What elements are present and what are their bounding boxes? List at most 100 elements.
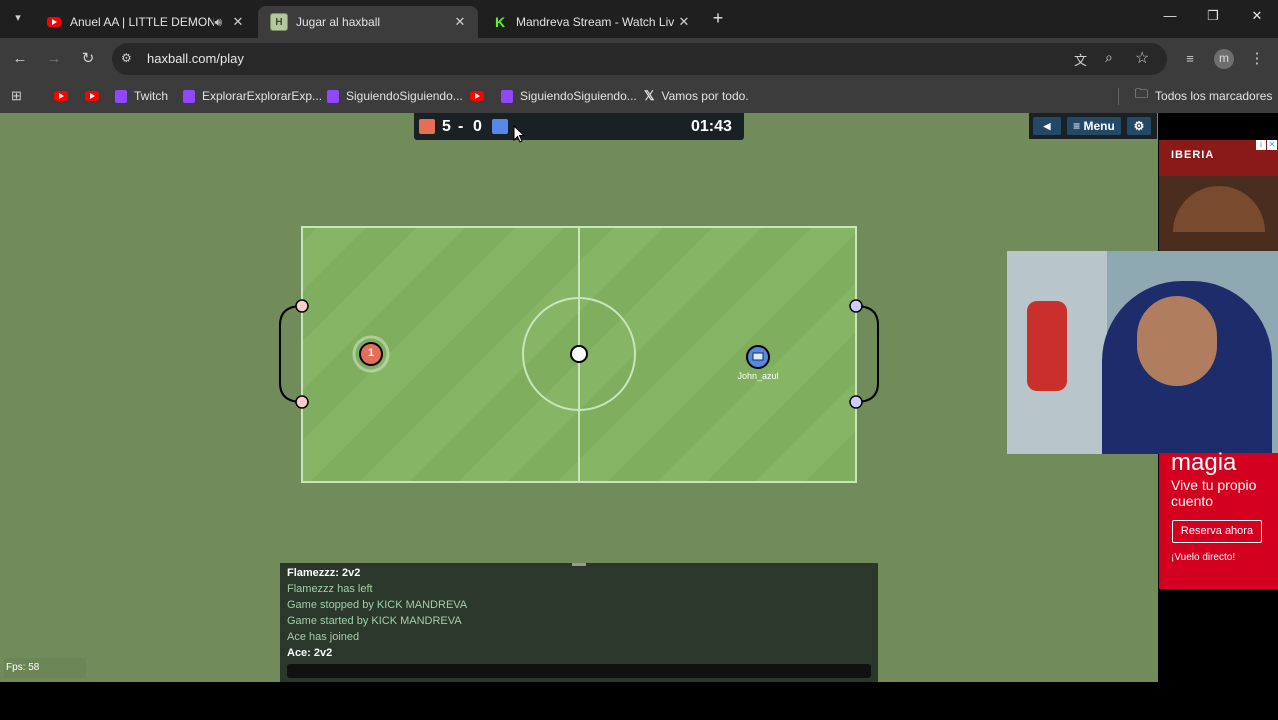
youtube-icon [46, 14, 62, 30]
blue-player-name: John_azul [737, 371, 779, 381]
chat-message: Ace has joined [287, 631, 360, 643]
youtube-icon [54, 91, 68, 101]
folder-icon: 🗀 [1135, 86, 1149, 101]
mouse-cursor-icon [513, 125, 525, 143]
magia-tagline: Vive tu propio cuento [1171, 477, 1257, 509]
ad-info-icon[interactable]: i [1256, 140, 1266, 150]
chat-message: Ace: 2v2 [287, 647, 333, 659]
left-goal-post-top [295, 299, 309, 313]
browser-toolbar: ← → ↻ ⚙ haxball.com/play 文 ⌕ ☆ ≡ m ⋮ [0, 38, 1278, 80]
left-goal-post-bottom [295, 395, 309, 409]
webcam-microphone [1027, 301, 1067, 391]
bookmark-item[interactable] [470, 87, 484, 105]
chat-message: Game stopped by KICK MANDREVA [287, 599, 468, 611]
bookmark-label: SiguiendoSiguiendo... [520, 89, 637, 103]
gear-icon: ⚙ [1133, 119, 1145, 133]
tab-haxball[interactable]: H Jugar al haxball ✕ [258, 6, 478, 38]
close-tab-icon[interactable]: ✕ [450, 14, 470, 30]
tab-title: Mandreva Stream - Watch Live [516, 15, 674, 29]
magia-footer: ¡Vuelo directo! [1171, 552, 1236, 563]
settings-button[interactable]: ⚙ [1127, 117, 1151, 135]
haxball-icon: H [270, 13, 288, 31]
chat-message: Game started by KICK MANDREVA [287, 615, 462, 627]
score-separator: - [458, 118, 464, 135]
chat-box: Flamezzz: 2v2 Flamezzz has left Game sto… [280, 563, 878, 682]
minimize-button[interactable]: — [1150, 8, 1190, 30]
tab-kick[interactable]: K Mandreva Stream - Watch Live ✕ [480, 6, 702, 38]
right-goal-post-top [849, 299, 863, 313]
address-bar[interactable]: ⚙ haxball.com/play 文 ⌕ ☆ [112, 43, 1167, 75]
bookmark-item[interactable] [85, 87, 99, 105]
bookmark-item[interactable] [54, 87, 68, 105]
x-icon: 𝕏 [644, 88, 655, 103]
red-team-swatch [419, 119, 435, 134]
bookmarks-bar: ⊞ Twitch ExplorarExplorarExp... Siguiend… [0, 80, 1278, 113]
tab-title: Jugar al haxball [296, 15, 381, 29]
browser-tab-strip: ▾ Anuel AA | LITTLE DEMON 🔊︎ ✕ H Jugar a… [0, 0, 1278, 38]
menu-label: Menu [1083, 119, 1115, 133]
ad-iberia[interactable]: IBERIA i ✕ [1159, 140, 1278, 251]
bookmarks-divider [1118, 88, 1119, 105]
chat-message: Flamezzz: 2v2 [287, 567, 361, 579]
webcam-face [1137, 296, 1217, 386]
tab-youtube[interactable]: Anuel AA | LITTLE DEMON 🔊︎ ✕ [34, 6, 256, 38]
twitch-icon [327, 89, 339, 103]
close-tab-icon[interactable]: ✕ [228, 14, 248, 30]
scoreboard: 5 - 0 01:43 [414, 113, 744, 140]
fps-counter: Fps: 58 [4, 658, 86, 678]
restore-button[interactable]: ❐ [1193, 8, 1233, 30]
kick-icon: K [494, 14, 506, 30]
ad-magia[interactable]: magia Vive tu propio cuento Reserva ahor… [1159, 449, 1278, 589]
bookmark-label: ExplorarExplorarExp... [202, 89, 323, 103]
score-blue: 0 [473, 118, 482, 135]
chat-resize-handle[interactable] [572, 563, 586, 566]
sound-toggle-button[interactable]: ◀ [1033, 117, 1061, 135]
iberia-logo: IBERIA [1171, 149, 1215, 161]
blue-player-avatar [752, 352, 764, 361]
bookmark-item[interactable]: SiguiendoSiguiendo... [501, 87, 637, 105]
left-goal [279, 305, 303, 403]
twitch-icon [183, 89, 195, 103]
close-window-button[interactable]: ✕ [1237, 8, 1277, 30]
right-goal-post-bottom [849, 395, 863, 409]
game-timer: 01:43 [691, 118, 732, 135]
reload-icon[interactable]: ↻ [78, 49, 98, 69]
twitch-icon [501, 89, 513, 103]
webcam-overlay [1007, 251, 1278, 454]
bookmark-star-icon[interactable]: ☆ [1135, 48, 1149, 68]
all-bookmarks-label: Todos los marcadores [1155, 89, 1273, 103]
magia-title: magia [1171, 449, 1237, 476]
profile-avatar[interactable]: m [1214, 49, 1234, 69]
ad-close-icon[interactable]: ✕ [1267, 140, 1277, 150]
chat-message: Flamezzz has left [287, 583, 373, 595]
close-tab-icon[interactable]: ✕ [674, 14, 694, 30]
bookmark-item[interactable]: Twitch [115, 87, 168, 105]
url-text: haxball.com/play [147, 51, 244, 66]
zoom-icon[interactable]: ⌕ [1105, 49, 1113, 66]
menu-button[interactable]: ≡ Menu [1067, 117, 1121, 135]
tab-search-button[interactable]: ▾ [8, 8, 28, 28]
more-menu-icon[interactable]: ⋮ [1247, 49, 1267, 69]
magia-cta-button[interactable]: Reserva ahora [1172, 520, 1262, 543]
twitch-icon [115, 89, 127, 103]
chat-input[interactable] [287, 664, 871, 678]
red-player-number: 1 [367, 347, 375, 359]
blue-team-swatch [492, 119, 508, 134]
site-info-icon[interactable]: ⚙ [121, 51, 132, 65]
all-bookmarks-button[interactable]: 🗀 Todos los marcadores [1135, 86, 1273, 105]
bookmark-item[interactable]: SiguiendoSiguiendo... [327, 87, 463, 105]
translate-icon[interactable]: 文 [1074, 50, 1087, 69]
speaker-icon[interactable]: 🔊︎ [214, 15, 222, 30]
back-icon[interactable]: ← [10, 49, 30, 69]
tab-title: Anuel AA | LITTLE DEMON [70, 15, 215, 29]
youtube-icon [85, 91, 99, 101]
new-tab-button[interactable]: + [708, 8, 728, 28]
ball [570, 345, 588, 363]
game-menu-bar: ◀ ≡ Menu ⚙ [1029, 113, 1157, 139]
forward-icon[interactable]: → [44, 49, 64, 69]
apps-grid-icon[interactable]: ⊞ [11, 88, 22, 104]
bookmark-item[interactable]: ExplorarExplorarExp... [183, 87, 322, 105]
bookmark-label: Vamos por todo. [661, 89, 749, 103]
bookmark-item[interactable]: 𝕏 Vamos por todo. [644, 87, 749, 105]
media-control-icon[interactable]: ≡ [1180, 49, 1200, 69]
